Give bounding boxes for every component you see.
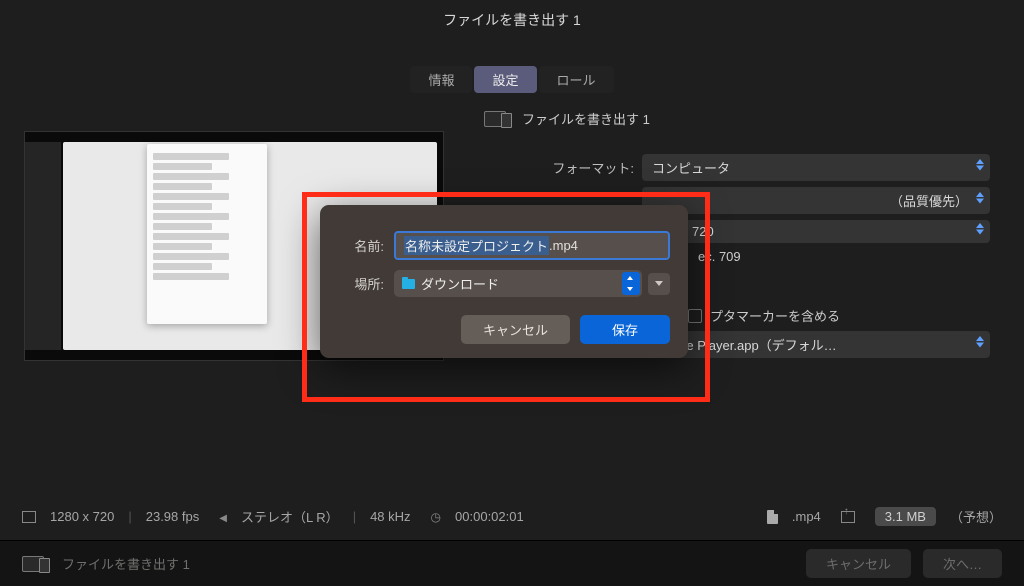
status-audio: ステレオ（L R）: [241, 507, 339, 526]
updown-icon: [622, 272, 640, 295]
footer-title: ファイルを書き出す 1: [62, 554, 190, 573]
status-fps: 23.98 fps: [146, 509, 200, 524]
resolution-select[interactable]: 720: [642, 220, 990, 243]
devices-icon: [22, 556, 50, 572]
modal-cancel-button[interactable]: キャンセル: [461, 315, 570, 344]
chapters-checkbox[interactable]: [688, 309, 702, 323]
tab-settings[interactable]: 設定: [474, 66, 536, 93]
status-bar: 1280 x 720 | 23.98 fps ステレオ（L R） | 48 kH…: [0, 499, 1024, 534]
save-dialog: 名前: 名称未設定プロジェクト.mp4 場所: ダウンロード キャンセル 保存: [320, 205, 688, 358]
clock-icon: [431, 509, 441, 524]
format-label: フォーマット:: [484, 158, 634, 177]
status-size: 3.1 MB: [875, 507, 936, 526]
export-title: ファイルを書き出す 1: [522, 109, 650, 128]
sound-icon: [219, 509, 227, 524]
file-icon: [767, 510, 778, 524]
modal-save-button[interactable]: 保存: [580, 315, 670, 344]
tabs: 情報 設定 ロール: [0, 66, 1024, 93]
status-samplerate: 48 kHz: [370, 509, 410, 524]
bottom-bar: ファイルを書き出す 1 キャンセル 次へ…: [0, 540, 1024, 586]
chapters-label: プタマーカーを含める: [710, 306, 840, 325]
window-title: ファイルを書き出す 1: [0, 0, 1024, 36]
format-select[interactable]: コンピュータ: [642, 154, 990, 181]
filename-input[interactable]: 名称未設定プロジェクト.mp4: [394, 231, 670, 260]
status-duration: 00:00:02:01: [455, 509, 524, 524]
share-icon: [841, 511, 855, 523]
expand-button[interactable]: [648, 273, 670, 295]
next-button[interactable]: 次へ…: [923, 549, 1002, 578]
location-label: 場所:: [338, 274, 384, 293]
status-resolution: 1280 x 720: [50, 509, 114, 524]
codec-select[interactable]: （品質優先）: [642, 187, 990, 214]
frame-icon: [22, 511, 36, 523]
status-size-suffix: （予想）: [950, 507, 1002, 526]
status-ext: .mp4: [792, 509, 821, 524]
folder-icon: [402, 279, 415, 289]
tab-info[interactable]: 情報: [410, 66, 472, 93]
name-label: 名前:: [338, 236, 384, 255]
tab-roles[interactable]: ロール: [539, 66, 614, 93]
location-select[interactable]: ダウンロード: [394, 270, 642, 297]
devices-icon: [484, 111, 512, 127]
cancel-button[interactable]: キャンセル: [806, 549, 911, 578]
